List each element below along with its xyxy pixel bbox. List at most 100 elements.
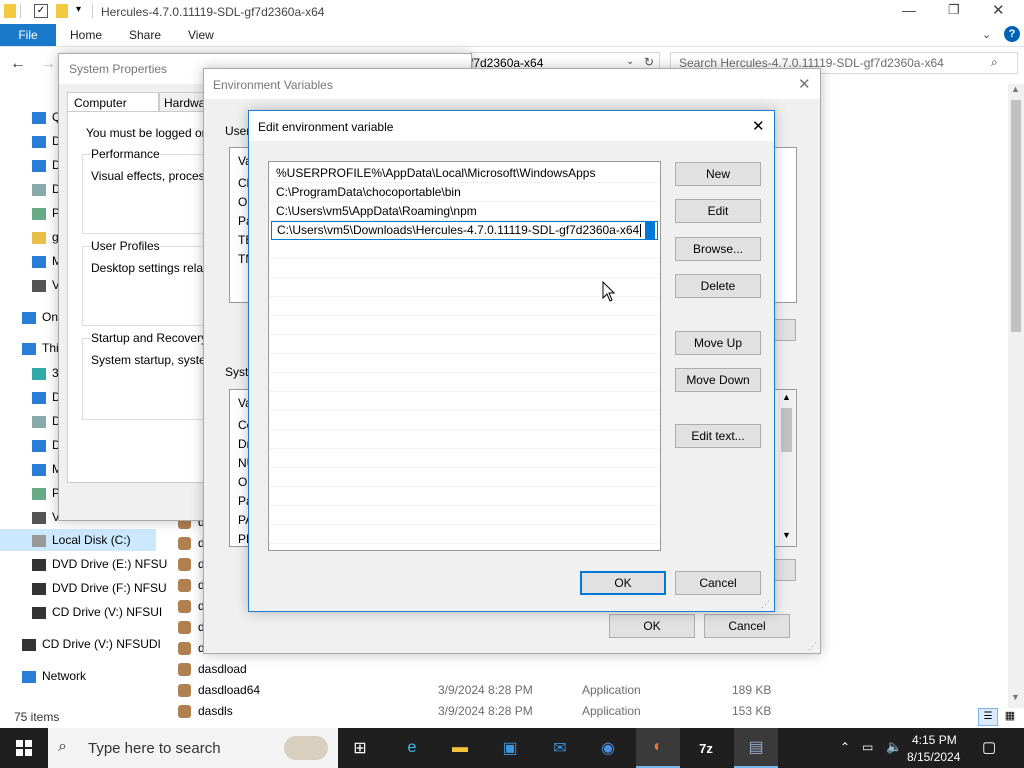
tab-view[interactable]: View bbox=[188, 24, 214, 46]
task-view-icon[interactable]: ⊞ bbox=[338, 728, 382, 768]
edit-text-button[interactable]: Edit text... bbox=[675, 424, 761, 448]
edit-ok-button[interactable]: OK bbox=[580, 571, 666, 595]
nav-item[interactable]: P bbox=[32, 482, 60, 504]
empty-row[interactable] bbox=[269, 240, 660, 259]
file-row[interactable]: dasdls 3/9/2024 8:28 PM Application 153 KB bbox=[176, 701, 1006, 722]
firefox-icon[interactable]: ◐ bbox=[636, 728, 680, 768]
chevron-down-icon[interactable]: ⌄ bbox=[982, 28, 991, 41]
nav-item[interactable]: DVD Drive (F:) NFSU bbox=[32, 577, 167, 599]
empty-row[interactable] bbox=[269, 373, 660, 392]
empty-row[interactable] bbox=[269, 525, 660, 544]
chrome-icon[interactable]: ◉ bbox=[586, 728, 630, 768]
nav-item[interactable]: D bbox=[32, 154, 61, 176]
nav-item[interactable]: P bbox=[32, 202, 60, 224]
refresh-icon[interactable]: ↻ bbox=[644, 55, 654, 69]
new-button[interactable]: New bbox=[675, 162, 761, 186]
volume-icon[interactable]: 🔈 bbox=[886, 739, 902, 755]
details-view-icon[interactable]: ☰ bbox=[978, 708, 998, 726]
start-icon[interactable] bbox=[4, 728, 44, 768]
taskbar-search-box[interactable]: ⌕ Type here to search bbox=[48, 728, 338, 768]
resize-grip-icon[interactable]: ⋰ bbox=[761, 599, 770, 610]
path-entry-editing[interactable]: C:\Users\vm5\Downloads\Hercules-4.7.0.11… bbox=[271, 221, 658, 240]
empty-row[interactable] bbox=[269, 259, 660, 278]
empty-row[interactable] bbox=[269, 506, 660, 525]
resize-grip-icon[interactable]: ⋰ bbox=[808, 641, 817, 652]
empty-row[interactable] bbox=[269, 316, 660, 335]
nav-item[interactable]: V bbox=[32, 506, 60, 528]
network-tray-icon[interactable]: ▭ bbox=[862, 740, 873, 754]
scroll-up-icon[interactable]: ▲ bbox=[782, 392, 791, 402]
browse-button[interactable]: Browse... bbox=[675, 237, 761, 261]
empty-row[interactable] bbox=[269, 430, 660, 449]
nav-item[interactable]: D bbox=[32, 434, 61, 456]
move-up-button[interactable]: Move Up bbox=[675, 331, 761, 355]
nav-item[interactable]: Local Disk (C:) bbox=[0, 529, 156, 551]
nav-item[interactable]: D bbox=[32, 410, 61, 432]
empty-row[interactable] bbox=[269, 354, 660, 373]
nav-item[interactable]: g bbox=[32, 226, 59, 248]
properties-icon[interactable]: ✓ bbox=[34, 4, 48, 18]
network-app-icon[interactable]: ▤ bbox=[734, 728, 778, 768]
path-entry[interactable]: %USERPROFILE%\AppData\Local\Microsoft\Wi… bbox=[269, 164, 660, 183]
empty-row[interactable] bbox=[269, 487, 660, 506]
nav-item[interactable]: D bbox=[32, 386, 61, 408]
nav-item[interactable]: On bbox=[22, 306, 58, 328]
nav-item[interactable]: Network bbox=[22, 665, 86, 687]
scroll-thumb[interactable] bbox=[1011, 100, 1021, 332]
close-icon[interactable]: ✕ bbox=[798, 75, 811, 93]
empty-row[interactable] bbox=[269, 392, 660, 411]
nav-item[interactable]: CD Drive (V:) NFSUDI bbox=[22, 633, 161, 655]
notifications-icon[interactable]: ▢ bbox=[982, 738, 996, 756]
clock-date[interactable]: 8/15/2024 bbox=[907, 750, 960, 764]
user-delete-button[interactable] bbox=[772, 319, 796, 341]
close-icon[interactable]: ✕ bbox=[752, 117, 765, 135]
file-row[interactable]: dasdload64 3/9/2024 8:28 PM Application 189… bbox=[176, 680, 1006, 701]
clock-time[interactable]: 4:15 PM bbox=[912, 733, 957, 747]
chevron-down-icon[interactable]: ⌄ bbox=[626, 56, 634, 67]
forward-arrow-icon[interactable]: → bbox=[40, 55, 56, 73]
restore-icon[interactable]: ❐ bbox=[948, 2, 960, 18]
scroll-down-icon[interactable]: ▼ bbox=[1011, 692, 1020, 702]
tray-chevron-icon[interactable]: ⌃ bbox=[840, 740, 850, 754]
tab-computer-name[interactable]: Computer Name bbox=[67, 92, 159, 130]
help-icon[interactable]: ? bbox=[1004, 26, 1020, 42]
tab-home[interactable]: Home bbox=[70, 24, 102, 46]
env-cancel-button[interactable]: Cancel bbox=[704, 614, 790, 638]
back-arrow-icon[interactable]: ← bbox=[10, 55, 26, 73]
close-icon[interactable]: ✕ bbox=[992, 1, 1005, 19]
empty-row[interactable] bbox=[269, 411, 660, 430]
new-folder-icon[interactable] bbox=[56, 4, 68, 18]
scroll-thumb[interactable] bbox=[781, 408, 792, 452]
minimize-icon[interactable]: — bbox=[902, 2, 916, 18]
nav-item[interactable]: Thi bbox=[22, 337, 59, 359]
7zip-icon[interactable]: 7z bbox=[684, 728, 728, 768]
nav-item[interactable]: V bbox=[32, 274, 60, 296]
tab-share[interactable]: Share bbox=[129, 24, 161, 46]
empty-row[interactable] bbox=[269, 335, 660, 354]
delete-button[interactable]: Delete bbox=[675, 274, 761, 298]
scroll-down-icon[interactable]: ▼ bbox=[782, 530, 791, 540]
nav-item[interactable]: 3 bbox=[32, 362, 59, 384]
chevron-down-icon[interactable]: ▾ bbox=[76, 4, 81, 15]
scrollbar[interactable]: ▲ ▼ bbox=[1008, 84, 1024, 708]
path-entries-list[interactable]: %USERPROFILE%\AppData\Local\Microsoft\Wi… bbox=[268, 161, 661, 551]
nav-item[interactable]: D bbox=[32, 178, 61, 200]
nav-item[interactable]: D bbox=[32, 130, 61, 152]
tiles-view-icon[interactable]: ▦ bbox=[1002, 708, 1018, 724]
edit-button[interactable]: Edit bbox=[675, 199, 761, 223]
nav-item[interactable]: CD Drive (V:) NFSUI bbox=[32, 601, 162, 623]
empty-row[interactable] bbox=[269, 468, 660, 487]
empty-row[interactable] bbox=[269, 449, 660, 468]
tab-file[interactable]: File bbox=[0, 24, 56, 46]
edit-cancel-button[interactable]: Cancel bbox=[675, 571, 761, 595]
file-row[interactable]: dasdload bbox=[176, 659, 1006, 680]
system-delete-button[interactable] bbox=[772, 559, 796, 581]
path-entry[interactable]: C:\Users\vm5\AppData\Roaming\npm bbox=[269, 202, 660, 221]
edge-icon[interactable]: e bbox=[390, 728, 434, 768]
move-down-button[interactable]: Move Down bbox=[675, 368, 761, 392]
nav-item[interactable]: DVD Drive (E:) NFSU bbox=[32, 553, 167, 575]
store-icon[interactable]: ▣ bbox=[488, 728, 532, 768]
env-ok-button[interactable]: OK bbox=[609, 614, 695, 638]
scroll-up-icon[interactable]: ▲ bbox=[1011, 84, 1020, 94]
path-entry[interactable]: C:\ProgramData\chocoportable\bin bbox=[269, 183, 660, 202]
